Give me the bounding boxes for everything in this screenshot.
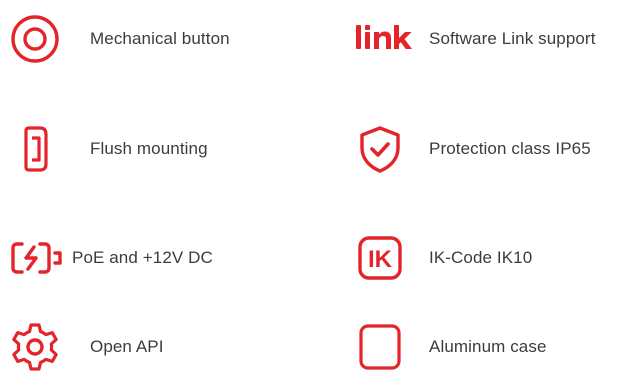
feature-label: Protection class IP65 bbox=[429, 139, 591, 158]
feature-label: Aluminum case bbox=[429, 337, 547, 356]
shield-check-icon bbox=[355, 124, 415, 174]
link-logo-icon bbox=[355, 14, 415, 64]
feature-mechanical-button: Mechanical button bbox=[10, 14, 230, 64]
feature-poe: PoE and +12V DC bbox=[10, 233, 213, 283]
feature-open-api: Open API bbox=[10, 322, 164, 372]
ik-icon-text: IK bbox=[368, 246, 393, 273]
feature-label: Software Link support bbox=[429, 29, 596, 48]
feature-aluminum-case: Aluminum case bbox=[355, 322, 547, 372]
feature-label: Flush mounting bbox=[90, 139, 208, 158]
feature-label: Open API bbox=[90, 337, 164, 356]
feature-ik10: IK IK-Code IK10 bbox=[355, 233, 532, 283]
feature-flush-mounting: Flush mounting bbox=[10, 124, 208, 174]
feature-label: IK-Code IK10 bbox=[429, 248, 533, 267]
feature-ip65: Protection class IP65 bbox=[355, 124, 591, 174]
feature-software-link: Software Link support bbox=[355, 14, 596, 64]
ik-code-icon: IK bbox=[355, 233, 415, 283]
rounded-square-icon bbox=[355, 322, 415, 372]
feature-label: Mechanical button bbox=[90, 29, 230, 48]
feature-label: PoE and +12V DC bbox=[72, 248, 213, 267]
button-icon bbox=[10, 14, 70, 64]
power-icon bbox=[10, 233, 70, 283]
gear-icon bbox=[10, 322, 70, 372]
features-grid: Mechanical button Software Link support bbox=[0, 0, 644, 390]
flush-mount-icon bbox=[10, 124, 70, 174]
